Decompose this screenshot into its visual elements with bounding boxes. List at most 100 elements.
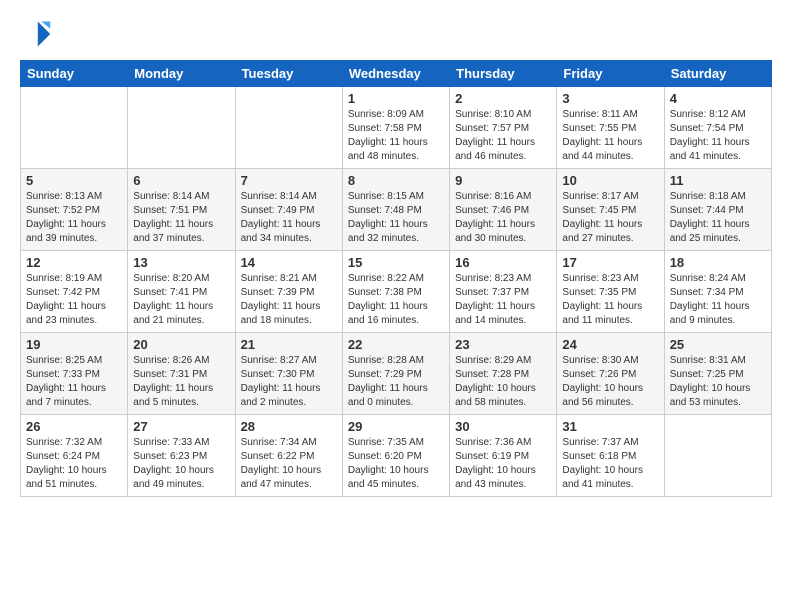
day-info: Sunrise: 8:30 AM Sunset: 7:26 PM Dayligh…	[562, 354, 658, 410]
day-number: 6	[133, 173, 229, 188]
day-cell: 23 Sunrise: 8:29 AM Sunset: 7:28 PM Dayli…	[450, 333, 557, 415]
logo-icon	[20, 18, 52, 50]
day-number: 9	[455, 173, 551, 188]
day-number: 20	[133, 337, 229, 352]
day-cell	[21, 87, 128, 169]
day-number: 7	[241, 173, 337, 188]
day-info: Sunrise: 8:11 AM Sunset: 7:55 PM Dayligh…	[562, 108, 658, 164]
day-info: Sunrise: 7:34 AM Sunset: 6:22 PM Dayligh…	[241, 436, 337, 492]
day-info: Sunrise: 8:10 AM Sunset: 7:57 PM Dayligh…	[455, 108, 551, 164]
day-number: 1	[348, 91, 444, 106]
day-cell: 22 Sunrise: 8:28 AM Sunset: 7:29 PM Dayli…	[342, 333, 449, 415]
day-number: 21	[241, 337, 337, 352]
day-number: 24	[562, 337, 658, 352]
day-cell: 21Sunrise: 8:27 AM Sunset: 7:30 PM Dayli…	[235, 333, 342, 415]
day-cell	[128, 87, 235, 169]
day-number: 3	[562, 91, 658, 106]
day-cell: 2 Sunrise: 8:10 AM Sunset: 7:57 PM Daylig…	[450, 87, 557, 169]
day-cell: 27 Sunrise: 7:33 AM Sunset: 6:23 PM Dayli…	[128, 415, 235, 497]
day-info: Sunrise: 7:32 AM Sunset: 6:24 PM Dayligh…	[26, 436, 122, 492]
calendar: SundayMondayTuesdayWednesdayThursdayFrid…	[20, 60, 772, 497]
weekday-sunday: Sunday	[21, 61, 128, 87]
day-cell: 5 Sunrise: 8:13 AM Sunset: 7:52 PM Daylig…	[21, 169, 128, 251]
day-cell: 16 Sunrise: 8:23 AM Sunset: 7:37 PM Dayli…	[450, 251, 557, 333]
day-info: Sunrise: 8:18 AM Sunset: 7:44 PM Dayligh…	[670, 190, 766, 246]
day-number: 11	[670, 173, 766, 188]
day-cell: 14 Sunrise: 8:21 AM Sunset: 7:39 PM Dayli…	[235, 251, 342, 333]
day-info: Sunrise: 8:25 AM Sunset: 7:33 PM Dayligh…	[26, 354, 122, 410]
day-info: Sunrise: 8:22 AM Sunset: 7:38 PM Dayligh…	[348, 272, 444, 328]
day-cell: 25 Sunrise: 8:31 AM Sunset: 7:25 PM Dayli…	[664, 333, 771, 415]
day-number: 31	[562, 419, 658, 434]
week-row-1: 1 Sunrise: 8:09 AM Sunset: 7:58 PM Daylig…	[21, 87, 772, 169]
day-info: Sunrise: 8:13 AM Sunset: 7:52 PM Dayligh…	[26, 190, 122, 246]
day-info: Sunrise: 8:16 AM Sunset: 7:46 PM Dayligh…	[455, 190, 551, 246]
day-info: Sunrise: 8:21 AM Sunset: 7:39 PM Dayligh…	[241, 272, 337, 328]
day-number: 5	[26, 173, 122, 188]
week-row-2: 5 Sunrise: 8:13 AM Sunset: 7:52 PM Daylig…	[21, 169, 772, 251]
day-info: Sunrise: 8:14 AM Sunset: 7:51 PM Dayligh…	[133, 190, 229, 246]
day-info: Sunrise: 8:31 AM Sunset: 7:25 PM Dayligh…	[670, 354, 766, 410]
day-info: Sunrise: 8:09 AM Sunset: 7:58 PM Dayligh…	[348, 108, 444, 164]
day-info: Sunrise: 8:15 AM Sunset: 7:48 PM Dayligh…	[348, 190, 444, 246]
day-cell: 8 Sunrise: 8:15 AM Sunset: 7:48 PM Daylig…	[342, 169, 449, 251]
day-cell: 4Sunrise: 8:12 AM Sunset: 7:54 PM Daylig…	[664, 87, 771, 169]
day-info: Sunrise: 8:19 AM Sunset: 7:42 PM Dayligh…	[26, 272, 122, 328]
day-info: Sunrise: 8:23 AM Sunset: 7:37 PM Dayligh…	[455, 272, 551, 328]
day-cell: 20 Sunrise: 8:26 AM Sunset: 7:31 PM Dayli…	[128, 333, 235, 415]
day-number: 8	[348, 173, 444, 188]
day-cell: 28Sunrise: 7:34 AM Sunset: 6:22 PM Dayli…	[235, 415, 342, 497]
day-info: Sunrise: 7:33 AM Sunset: 6:23 PM Dayligh…	[133, 436, 229, 492]
day-cell: 19 Sunrise: 8:25 AM Sunset: 7:33 PM Dayli…	[21, 333, 128, 415]
day-cell: 18 Sunrise: 8:24 AM Sunset: 7:34 PM Dayli…	[664, 251, 771, 333]
day-cell: 30Sunrise: 7:36 AM Sunset: 6:19 PM Dayli…	[450, 415, 557, 497]
day-info: Sunrise: 8:17 AM Sunset: 7:45 PM Dayligh…	[562, 190, 658, 246]
day-info: Sunrise: 8:14 AM Sunset: 7:49 PM Dayligh…	[241, 190, 337, 246]
day-cell: 13 Sunrise: 8:20 AM Sunset: 7:41 PM Dayli…	[128, 251, 235, 333]
day-cell	[664, 415, 771, 497]
day-info: Sunrise: 7:36 AM Sunset: 6:19 PM Dayligh…	[455, 436, 551, 492]
day-cell: 29 Sunrise: 7:35 AM Sunset: 6:20 PM Dayli…	[342, 415, 449, 497]
day-number: 18	[670, 255, 766, 270]
day-number: 17	[562, 255, 658, 270]
week-row-3: 12Sunrise: 8:19 AM Sunset: 7:42 PM Dayli…	[21, 251, 772, 333]
page: SundayMondayTuesdayWednesdayThursdayFrid…	[0, 0, 792, 612]
day-info: Sunrise: 8:24 AM Sunset: 7:34 PM Dayligh…	[670, 272, 766, 328]
day-cell: 1 Sunrise: 8:09 AM Sunset: 7:58 PM Daylig…	[342, 87, 449, 169]
day-info: Sunrise: 8:20 AM Sunset: 7:41 PM Dayligh…	[133, 272, 229, 328]
day-number: 29	[348, 419, 444, 434]
day-number: 14	[241, 255, 337, 270]
day-info: Sunrise: 8:29 AM Sunset: 7:28 PM Dayligh…	[455, 354, 551, 410]
day-cell: 9 Sunrise: 8:16 AM Sunset: 7:46 PM Daylig…	[450, 169, 557, 251]
day-cell: 12Sunrise: 8:19 AM Sunset: 7:42 PM Dayli…	[21, 251, 128, 333]
day-number: 23	[455, 337, 551, 352]
day-number: 16	[455, 255, 551, 270]
day-cell: 26 Sunrise: 7:32 AM Sunset: 6:24 PM Dayli…	[21, 415, 128, 497]
day-info: Sunrise: 8:26 AM Sunset: 7:31 PM Dayligh…	[133, 354, 229, 410]
day-cell: 7 Sunrise: 8:14 AM Sunset: 7:49 PM Daylig…	[235, 169, 342, 251]
weekday-tuesday: Tuesday	[235, 61, 342, 87]
day-number: 22	[348, 337, 444, 352]
day-number: 25	[670, 337, 766, 352]
weekday-wednesday: Wednesday	[342, 61, 449, 87]
day-cell: 10 Sunrise: 8:17 AM Sunset: 7:45 PM Dayli…	[557, 169, 664, 251]
day-number: 27	[133, 419, 229, 434]
weekday-header-row: SundayMondayTuesdayWednesdayThursdayFrid…	[21, 61, 772, 87]
day-info: Sunrise: 7:35 AM Sunset: 6:20 PM Dayligh…	[348, 436, 444, 492]
day-info: Sunrise: 8:23 AM Sunset: 7:35 PM Dayligh…	[562, 272, 658, 328]
weekday-friday: Friday	[557, 61, 664, 87]
day-number: 15	[348, 255, 444, 270]
day-number: 2	[455, 91, 551, 106]
day-info: Sunrise: 8:28 AM Sunset: 7:29 PM Dayligh…	[348, 354, 444, 410]
weekday-thursday: Thursday	[450, 61, 557, 87]
day-number: 26	[26, 419, 122, 434]
week-row-4: 19 Sunrise: 8:25 AM Sunset: 7:33 PM Dayli…	[21, 333, 772, 415]
day-number: 19	[26, 337, 122, 352]
day-cell: 11 Sunrise: 8:18 AM Sunset: 7:44 PM Dayli…	[664, 169, 771, 251]
weekday-saturday: Saturday	[664, 61, 771, 87]
day-cell: 31Sunrise: 7:37 AM Sunset: 6:18 PM Dayli…	[557, 415, 664, 497]
day-number: 13	[133, 255, 229, 270]
header	[20, 18, 772, 50]
day-number: 10	[562, 173, 658, 188]
day-cell: 17 Sunrise: 8:23 AM Sunset: 7:35 PM Dayli…	[557, 251, 664, 333]
